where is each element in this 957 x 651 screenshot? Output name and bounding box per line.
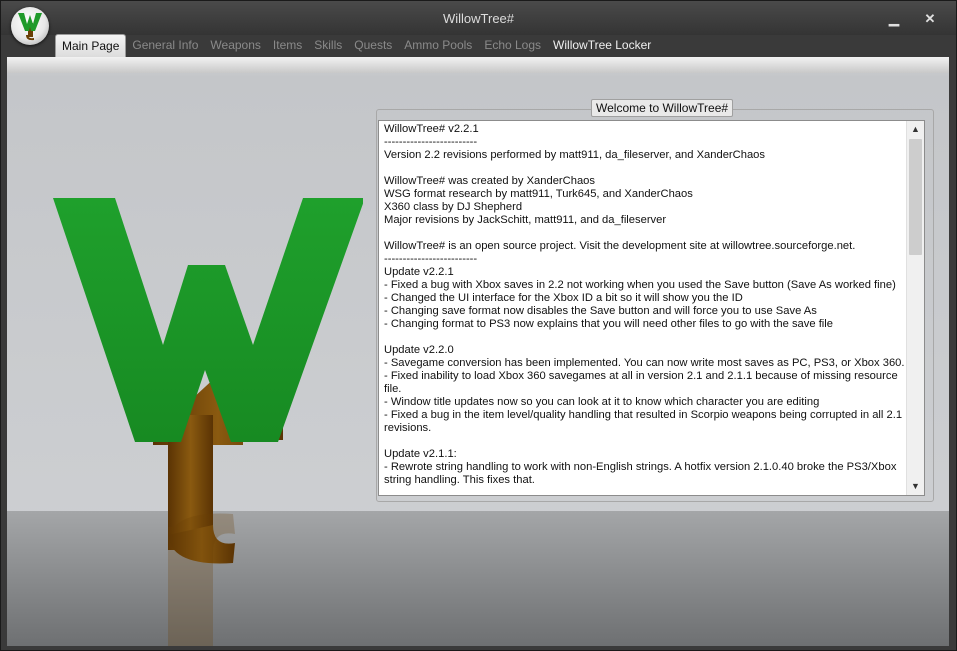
scroll-down-icon[interactable]: ▼ — [907, 478, 924, 495]
tab-strip: Main Page General Info Weapons Items Ski… — [55, 34, 657, 57]
release-note-line: Major revisions by JackSchitt, matt911, … — [384, 214, 667, 226]
release-note-line: ------------------------- — [384, 136, 478, 148]
logo-reflection-icon — [168, 513, 235, 646]
release-note-line: WillowTree# v2.2.1 — [384, 123, 479, 135]
release-note-line: - Changing save format now disables the … — [384, 305, 817, 317]
title-bar[interactable]: WillowTree# ▁ ✕ — [1, 1, 956, 35]
app-logo-icon[interactable] — [11, 7, 49, 45]
tab-quests[interactable]: Quests — [348, 34, 398, 57]
release-note-line: Update v2.1.1: — [384, 448, 457, 460]
release-note-line: - Fixed a bug with Xbox saves in 2.2 not… — [384, 279, 896, 291]
welcome-group-label: Welcome to WillowTree# — [591, 99, 734, 117]
welcome-groupbox: Welcome to WillowTree# WillowTree# v2.2.… — [376, 99, 934, 502]
release-note-line: Update v2.2.1 — [384, 266, 454, 278]
release-notes-text: WillowTree# v2.2.1 ----------------------… — [384, 123, 905, 487]
release-note-line: X360 class by DJ Shepherd — [384, 201, 523, 213]
window-title: WillowTree# — [442, 11, 515, 26]
app-window: WillowTree# ▁ ✕ Main Page General Info W… — [0, 0, 957, 651]
tab-items[interactable]: Items — [267, 34, 308, 57]
tab-willowtree-locker[interactable]: WillowTree Locker — [547, 34, 657, 57]
scroll-up-icon[interactable]: ▲ — [907, 121, 924, 138]
close-button[interactable]: ✕ — [921, 11, 939, 27]
release-note-line: - Savegame conversion has been implement… — [384, 357, 905, 369]
tab-general-info[interactable]: General Info — [126, 34, 204, 57]
tab-weapons[interactable]: Weapons — [204, 34, 266, 57]
release-note-line: Version 2.2 revisions performed by matt9… — [384, 149, 766, 161]
release-note-line: - Changing format to PS3 now explains th… — [384, 318, 833, 330]
release-note-line — [384, 435, 904, 448]
scroll-thumb[interactable] — [909, 139, 922, 255]
release-note-line: ------------------------- — [384, 253, 478, 265]
release-note-line: WillowTree# was created by XanderChaos — [384, 175, 595, 187]
tab-ammo-pools[interactable]: Ammo Pools — [398, 34, 478, 57]
release-note-line — [384, 331, 904, 344]
release-note-line — [384, 162, 904, 175]
release-note-line: Update v2.2.0 — [384, 344, 454, 356]
minimize-button[interactable]: ▁ — [885, 11, 903, 27]
willowtree-logo-icon — [53, 198, 363, 564]
release-note-line: WSG format research by matt911, Turk645,… — [384, 188, 693, 200]
release-notes-scrollbar[interactable]: ▲ ▼ — [906, 121, 924, 495]
release-note-line: WillowTree# is an open source project. V… — [384, 240, 856, 252]
release-note-line: - Fixed a bug in the item level/quality … — [384, 409, 903, 434]
release-note-line: - Fixed inability to load Xbox 360 saveg… — [384, 370, 898, 395]
tab-skills[interactable]: Skills — [308, 34, 348, 57]
release-note-line: - Changed the UI interface for the Xbox … — [384, 292, 743, 304]
release-note-line: - Rewrote string handling to work with n… — [384, 461, 897, 486]
tab-main-page[interactable]: Main Page — [55, 34, 127, 57]
tab-echo-logs[interactable]: Echo Logs — [478, 34, 547, 57]
release-note-line: - Window title updates now so you can lo… — [384, 396, 820, 408]
panel-top-bar — [7, 57, 949, 73]
release-note-line — [384, 227, 904, 240]
main-page-panel: Welcome to WillowTree# WillowTree# v2.2.… — [7, 57, 949, 646]
release-notes-textbox[interactable]: WillowTree# v2.2.1 ----------------------… — [378, 120, 925, 496]
